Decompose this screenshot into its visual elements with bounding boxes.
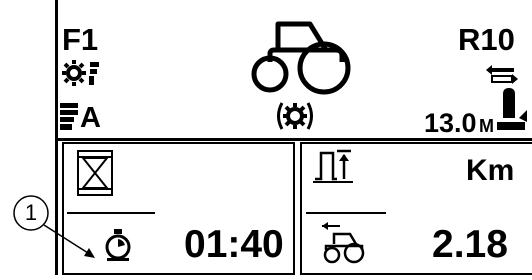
pto-icon [273, 99, 317, 138]
distance-value: 2.18 [432, 223, 508, 266]
engine-hours-value: 01:40 [184, 223, 284, 266]
tractor-icon [240, 16, 352, 101]
divider-top [55, 138, 532, 141]
distance-unit: Km [466, 154, 515, 187]
hitch-height-unit: M [479, 116, 494, 136]
hitch-icon [493, 88, 529, 139]
callout-marker [0, 0, 110, 280]
callout-number: 1 [24, 200, 38, 225]
tractor-small-icon [320, 220, 368, 269]
range-indicator: R10 [458, 22, 515, 57]
distance-icon [313, 149, 355, 188]
hitch-height-value: 13.0 [424, 108, 477, 138]
right-panel-separator [306, 212, 386, 214]
